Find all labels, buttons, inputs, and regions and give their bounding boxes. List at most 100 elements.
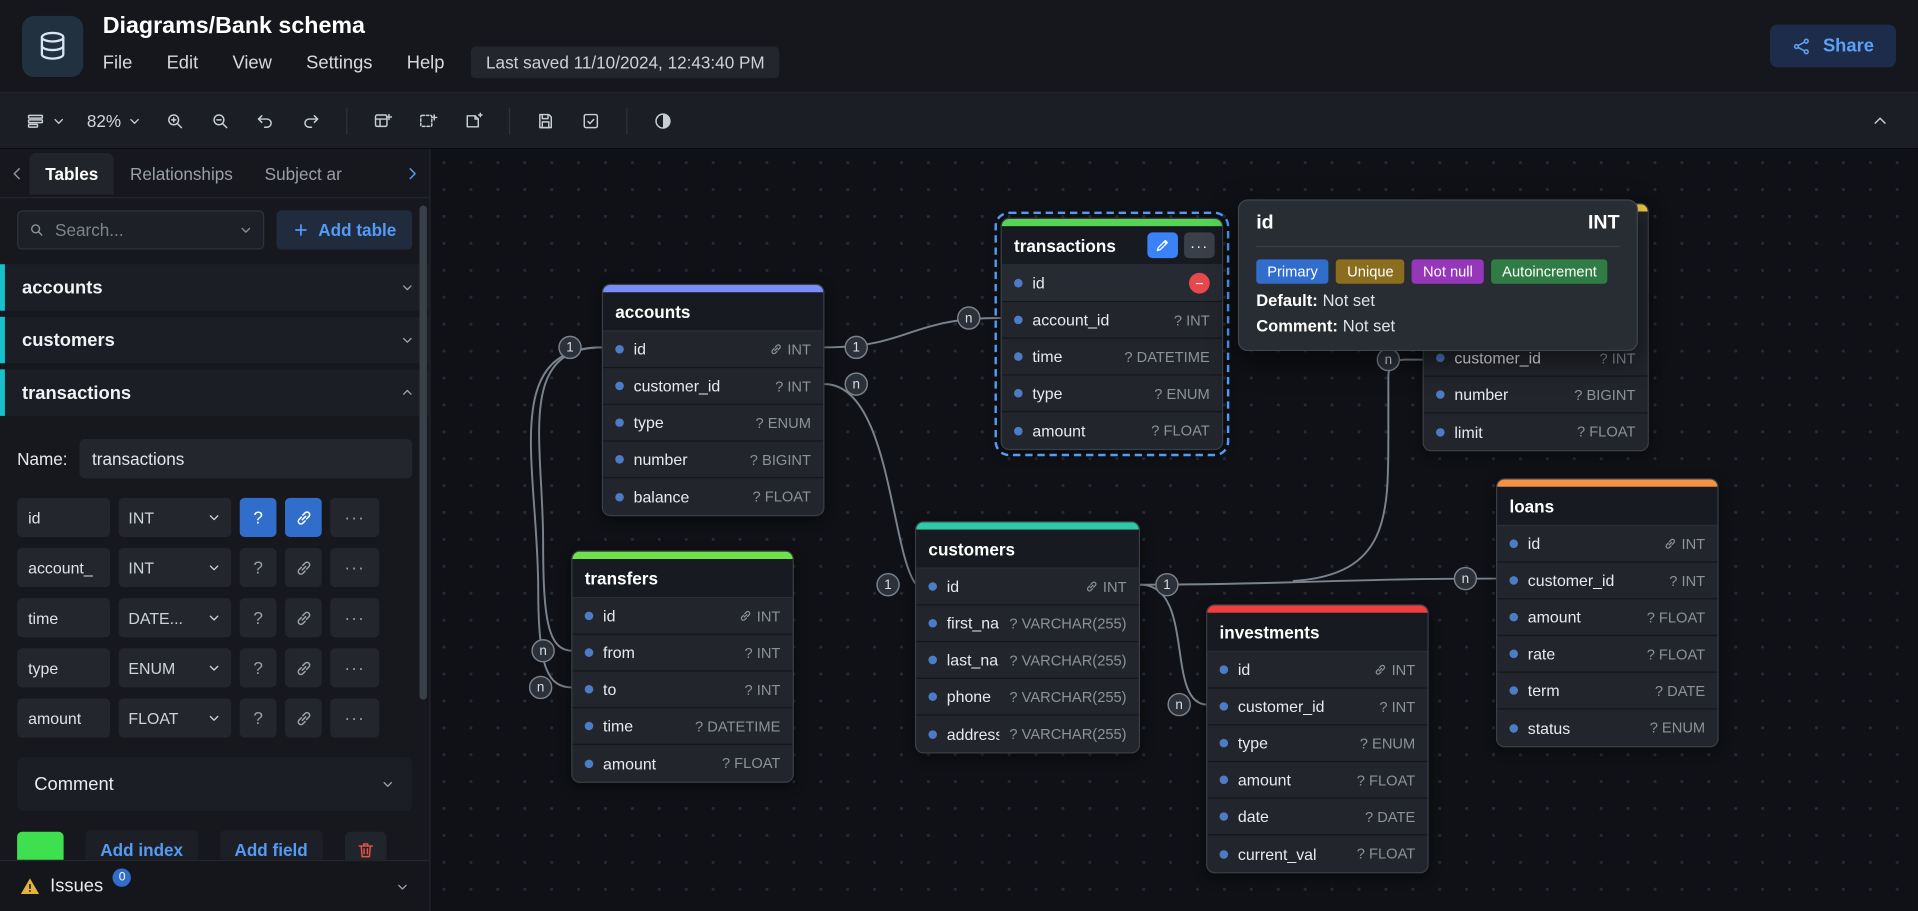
diagram-table-transfers[interactable]: transfersidINTfrom? INTto? INTtime? DATE… xyxy=(571,550,794,782)
table-name-input[interactable]: transactions xyxy=(80,439,412,478)
field-row[interactable]: phone? VARCHAR(255) xyxy=(916,679,1139,716)
nullable-toggle[interactable]: ? xyxy=(240,548,277,587)
field-row[interactable]: type? ENUM xyxy=(1207,725,1427,762)
field-more-button[interactable]: ··· xyxy=(330,648,379,687)
undo-button[interactable] xyxy=(245,100,287,142)
field-row[interactable]: last_na...? VARCHAR(255) xyxy=(916,642,1139,679)
field-type-select[interactable]: INT xyxy=(119,498,232,537)
tabs-scroll-right-icon[interactable] xyxy=(400,163,424,183)
share-button[interactable]: Share xyxy=(1770,24,1896,67)
nullable-toggle[interactable]: ? xyxy=(240,698,277,737)
field-row[interactable]: current_val? FLOAT xyxy=(1207,835,1427,872)
chevron-down-icon[interactable] xyxy=(239,223,254,238)
field-row[interactable]: from? INT xyxy=(572,635,792,672)
field-type-select[interactable]: INT xyxy=(119,548,232,587)
field-row[interactable]: amount? FLOAT xyxy=(1207,762,1427,799)
field-row[interactable]: idINT xyxy=(1207,652,1427,689)
zoom-in-button[interactable] xyxy=(154,100,196,142)
key-toggle[interactable] xyxy=(285,648,322,687)
field-type-select[interactable]: DATE... xyxy=(119,598,232,637)
zoom-out-button[interactable] xyxy=(199,100,241,142)
table-header[interactable]: transfers xyxy=(572,559,792,598)
sidebar-table-transactions[interactable]: transactions xyxy=(0,369,429,415)
field-row[interactable]: amount? FLOAT xyxy=(1497,599,1717,636)
nullable-toggle[interactable]: ? xyxy=(240,598,277,637)
table-header[interactable]: investments xyxy=(1207,613,1427,652)
field-row[interactable]: limit? FLOAT xyxy=(1424,413,1648,450)
tab-tables[interactable]: Tables xyxy=(29,152,114,194)
key-toggle[interactable] xyxy=(285,498,322,537)
menu-help[interactable]: Help xyxy=(407,52,445,73)
field-row[interactable]: customer_id? INT xyxy=(1497,563,1717,600)
field-row[interactable]: time? DATETIME xyxy=(572,708,792,745)
tabs-scroll-left-icon[interactable] xyxy=(5,163,29,183)
field-name-input[interactable]: amount xyxy=(17,698,110,737)
field-more-button[interactable]: ··· xyxy=(330,598,379,637)
diagram-table-customers[interactable]: customersidINTfirst_na...? VARCHAR(255)l… xyxy=(915,521,1140,753)
key-toggle[interactable] xyxy=(285,698,322,737)
table-color-swatch[interactable] xyxy=(17,832,63,860)
field-row[interactable]: idINT xyxy=(916,569,1139,606)
field-row[interactable]: balance? FLOAT xyxy=(603,478,823,515)
remove-field-button[interactable]: − xyxy=(1189,273,1210,294)
diagram-table-loans[interactable]: loansidINTcustomer_id? INTamount? FLOATr… xyxy=(1496,478,1719,747)
field-row[interactable]: status? ENUM xyxy=(1497,709,1717,746)
field-row[interactable]: type? ENUM xyxy=(1002,376,1222,413)
theme-toggle-button[interactable] xyxy=(642,100,684,142)
table-more-button[interactable]: ··· xyxy=(1184,232,1215,258)
add-note-tool[interactable] xyxy=(453,100,495,142)
field-name-input[interactable]: id xyxy=(17,498,110,537)
search-input[interactable]: Search... xyxy=(17,210,264,249)
add-table-button[interactable]: Add table xyxy=(277,210,413,249)
diagram-table-investments[interactable]: investmentsidINTcustomer_id? INTtype? EN… xyxy=(1206,604,1429,873)
menu-edit[interactable]: Edit xyxy=(167,52,199,73)
tab-relationships[interactable]: Relationships xyxy=(114,152,249,194)
menu-file[interactable]: File xyxy=(103,52,133,73)
menu-view[interactable]: View xyxy=(232,52,271,73)
field-row[interactable]: idINT xyxy=(572,598,792,635)
field-row[interactable]: account_id? INT xyxy=(1002,302,1222,339)
toolbar-collapse-button[interactable] xyxy=(1859,100,1901,142)
todo-button[interactable] xyxy=(570,100,612,142)
sidebar-table-customers[interactable]: customers xyxy=(0,317,429,363)
field-row[interactable]: customer_id? INT xyxy=(1207,689,1427,726)
chevron-down-icon[interactable] xyxy=(400,280,415,295)
table-header[interactable]: customers xyxy=(916,530,1139,569)
nullable-toggle[interactable]: ? xyxy=(240,648,277,687)
field-row[interactable]: type? ENUM xyxy=(603,405,823,442)
zoom-level-select[interactable]: 82% xyxy=(78,100,150,142)
field-row[interactable]: rate? FLOAT xyxy=(1497,636,1717,673)
menu-settings[interactable]: Settings xyxy=(306,52,372,73)
field-row[interactable]: term? DATE xyxy=(1497,673,1717,710)
field-row[interactable]: first_na...? VARCHAR(255) xyxy=(916,605,1139,642)
diagram-canvas[interactable]: 1nn1nn11nnn accountsidINTcustomer_id? IN… xyxy=(431,149,1918,911)
field-type-select[interactable]: FLOAT xyxy=(119,698,232,737)
field-row[interactable]: idINT xyxy=(1497,526,1717,563)
field-row[interactable]: customer_id? INT xyxy=(603,368,823,405)
field-row[interactable]: amount? FLOAT xyxy=(1002,412,1222,449)
add-table-tool[interactable] xyxy=(362,100,404,142)
delete-table-button[interactable] xyxy=(344,832,386,860)
field-name-input[interactable]: account_ xyxy=(17,548,110,587)
add-index-button[interactable]: Add index xyxy=(86,831,198,860)
redo-button[interactable] xyxy=(290,100,332,142)
issues-bar[interactable]: Issues 0 xyxy=(0,860,429,911)
sidebar-table-accounts[interactable]: accounts xyxy=(0,264,429,310)
table-header[interactable]: transactions··· xyxy=(1002,226,1222,265)
chevron-up-icon[interactable] xyxy=(400,385,415,400)
table-header[interactable]: loans xyxy=(1497,487,1717,526)
field-row[interactable]: number? BIGINT xyxy=(603,442,823,479)
key-toggle[interactable] xyxy=(285,548,322,587)
field-name-input[interactable]: type xyxy=(17,648,110,687)
field-row[interactable]: id− xyxy=(1002,265,1222,302)
add-area-tool[interactable] xyxy=(407,100,449,142)
field-name-input[interactable]: time xyxy=(17,598,110,637)
chevron-down-icon[interactable] xyxy=(400,333,415,348)
field-row[interactable]: to? INT xyxy=(572,672,792,709)
chevron-down-icon[interactable] xyxy=(395,879,410,894)
tab-subject-ar[interactable]: Subject ar xyxy=(249,152,358,194)
field-more-button[interactable]: ··· xyxy=(330,548,379,587)
field-more-button[interactable]: ··· xyxy=(330,698,379,737)
save-button[interactable] xyxy=(525,100,567,142)
sidebar-scrollbar[interactable] xyxy=(420,205,427,699)
